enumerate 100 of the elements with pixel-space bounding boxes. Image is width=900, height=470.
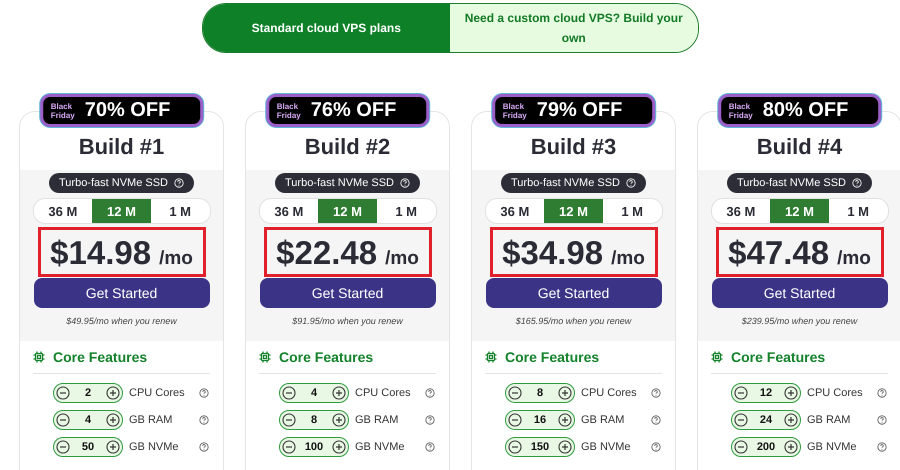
minus-icon[interactable] <box>734 413 748 427</box>
period-option[interactable]: 12 M <box>544 199 603 223</box>
price-unit: /mo <box>159 248 193 270</box>
pill-label: Turbo-fast NVMe SSD <box>736 177 846 189</box>
quantity-stepper[interactable]: 150 <box>505 437 575 457</box>
get-started-button[interactable]: Get Started <box>486 278 662 308</box>
minus-icon[interactable] <box>508 386 522 400</box>
help-icon[interactable] <box>877 388 887 398</box>
help-icon[interactable] <box>651 388 661 398</box>
section-title: Core Features <box>731 349 826 365</box>
feature-label: CPU Cores <box>581 387 638 399</box>
help-icon[interactable] <box>425 442 435 452</box>
help-icon[interactable] <box>651 415 661 425</box>
period-option[interactable]: 1 M <box>828 199 888 223</box>
badge-caption: Black Friday <box>50 102 76 120</box>
minus-icon[interactable] <box>282 440 296 454</box>
quantity-stepper[interactable]: 4 <box>53 410 123 430</box>
price: $34.98 <box>502 233 604 273</box>
plus-icon[interactable] <box>558 386 572 400</box>
get-started-button[interactable]: Get Started <box>34 278 210 308</box>
feature-label: GB RAM <box>807 414 852 426</box>
price: $47.48 <box>728 233 830 273</box>
renewal-note: $165.95/mo when you renew <box>516 316 632 326</box>
plus-icon[interactable] <box>332 413 346 427</box>
help-icon[interactable] <box>651 442 661 452</box>
plus-icon[interactable] <box>784 440 798 454</box>
quantity-stepper[interactable]: 12 <box>731 383 801 403</box>
chip-icon <box>259 351 271 363</box>
price-unit: /mo <box>385 248 419 270</box>
minus-icon[interactable] <box>508 413 522 427</box>
period-option[interactable]: 1 M <box>150 199 210 223</box>
feature-label: GB NVMe <box>355 441 406 453</box>
help-icon[interactable] <box>877 442 887 452</box>
quantity-stepper[interactable]: 8 <box>505 383 575 403</box>
period-option[interactable]: 36 M <box>260 199 318 223</box>
period-option[interactable]: 36 M <box>712 199 770 223</box>
period-option[interactable]: 36 M <box>486 199 544 223</box>
help-icon[interactable] <box>425 415 435 425</box>
plus-icon[interactable] <box>332 386 346 400</box>
feature-label: GB RAM <box>355 414 400 426</box>
period-option[interactable]: 1 M <box>376 199 436 223</box>
minus-icon[interactable] <box>56 413 70 427</box>
price: $14.98 <box>50 233 152 273</box>
period-option[interactable]: 12 M <box>318 199 377 223</box>
minus-icon[interactable] <box>56 440 70 454</box>
plan-title: Build #2 <box>304 134 392 160</box>
badge-caption: Black Friday <box>502 102 528 120</box>
badge-caption: Black Friday <box>728 102 754 120</box>
quantity-stepper[interactable]: 4 <box>279 383 349 403</box>
discount-text: 70% OFF <box>84 99 170 122</box>
feature-label: GB NVMe <box>129 441 180 453</box>
quantity-stepper[interactable]: 100 <box>279 437 349 457</box>
plus-icon[interactable] <box>106 440 120 454</box>
minus-icon[interactable] <box>734 386 748 400</box>
get-started-button[interactable]: Get Started <box>712 278 888 308</box>
period-option[interactable]: 1 M <box>602 199 662 223</box>
plus-icon[interactable] <box>784 386 798 400</box>
minus-icon[interactable] <box>282 413 296 427</box>
plan-title: Build #4 <box>756 134 844 160</box>
quantity-stepper[interactable]: 8 <box>279 410 349 430</box>
quantity-stepper[interactable]: 2 <box>53 383 123 403</box>
period-option[interactable]: 12 M <box>92 199 151 223</box>
minus-icon[interactable] <box>56 386 70 400</box>
period-option[interactable]: 36 M <box>34 199 92 223</box>
discount-text: 80% OFF <box>762 99 848 122</box>
plan-tab[interactable]: Standard cloud VPS plans <box>202 4 450 52</box>
minus-icon[interactable] <box>282 386 296 400</box>
discount-text: 79% OFF <box>536 99 622 122</box>
feature-label: GB NVMe <box>807 441 858 453</box>
help-icon[interactable] <box>425 388 435 398</box>
help-icon[interactable] <box>877 415 887 425</box>
plus-icon[interactable] <box>558 413 572 427</box>
period-option[interactable]: 12 M <box>770 199 829 223</box>
help-icon[interactable] <box>199 415 209 425</box>
renewal-note: $49.95/mo when you renew <box>66 316 177 326</box>
quantity-stepper[interactable]: 16 <box>505 410 575 430</box>
plus-icon[interactable] <box>106 386 120 400</box>
plan-tab[interactable]: Need a custom cloud VPS? Build your own <box>450 4 698 52</box>
plus-icon[interactable] <box>784 413 798 427</box>
quantity-stepper[interactable]: 50 <box>53 437 123 457</box>
plan-title: Build #3 <box>530 134 618 160</box>
renewal-note: $91.95/mo when you renew <box>292 316 403 326</box>
feature-label: CPU Cores <box>129 387 186 399</box>
quantity-stepper[interactable]: 24 <box>731 410 801 430</box>
price-unit: /mo <box>611 248 645 270</box>
minus-icon[interactable] <box>734 440 748 454</box>
plus-icon[interactable] <box>558 440 572 454</box>
feature-label: GB NVMe <box>581 441 632 453</box>
badge-caption: Black Friday <box>276 102 302 120</box>
help-icon[interactable] <box>199 388 209 398</box>
pill-label: Turbo-fast NVMe SSD <box>284 177 394 189</box>
price: $22.48 <box>276 233 378 273</box>
help-icon[interactable] <box>199 442 209 452</box>
minus-icon[interactable] <box>508 440 522 454</box>
get-started-button[interactable]: Get Started <box>260 278 436 308</box>
renewal-note: $239.95/mo when you renew <box>742 316 858 326</box>
feature-label: GB RAM <box>581 414 626 426</box>
quantity-stepper[interactable]: 200 <box>731 437 801 457</box>
plus-icon[interactable] <box>332 440 346 454</box>
plus-icon[interactable] <box>106 413 120 427</box>
